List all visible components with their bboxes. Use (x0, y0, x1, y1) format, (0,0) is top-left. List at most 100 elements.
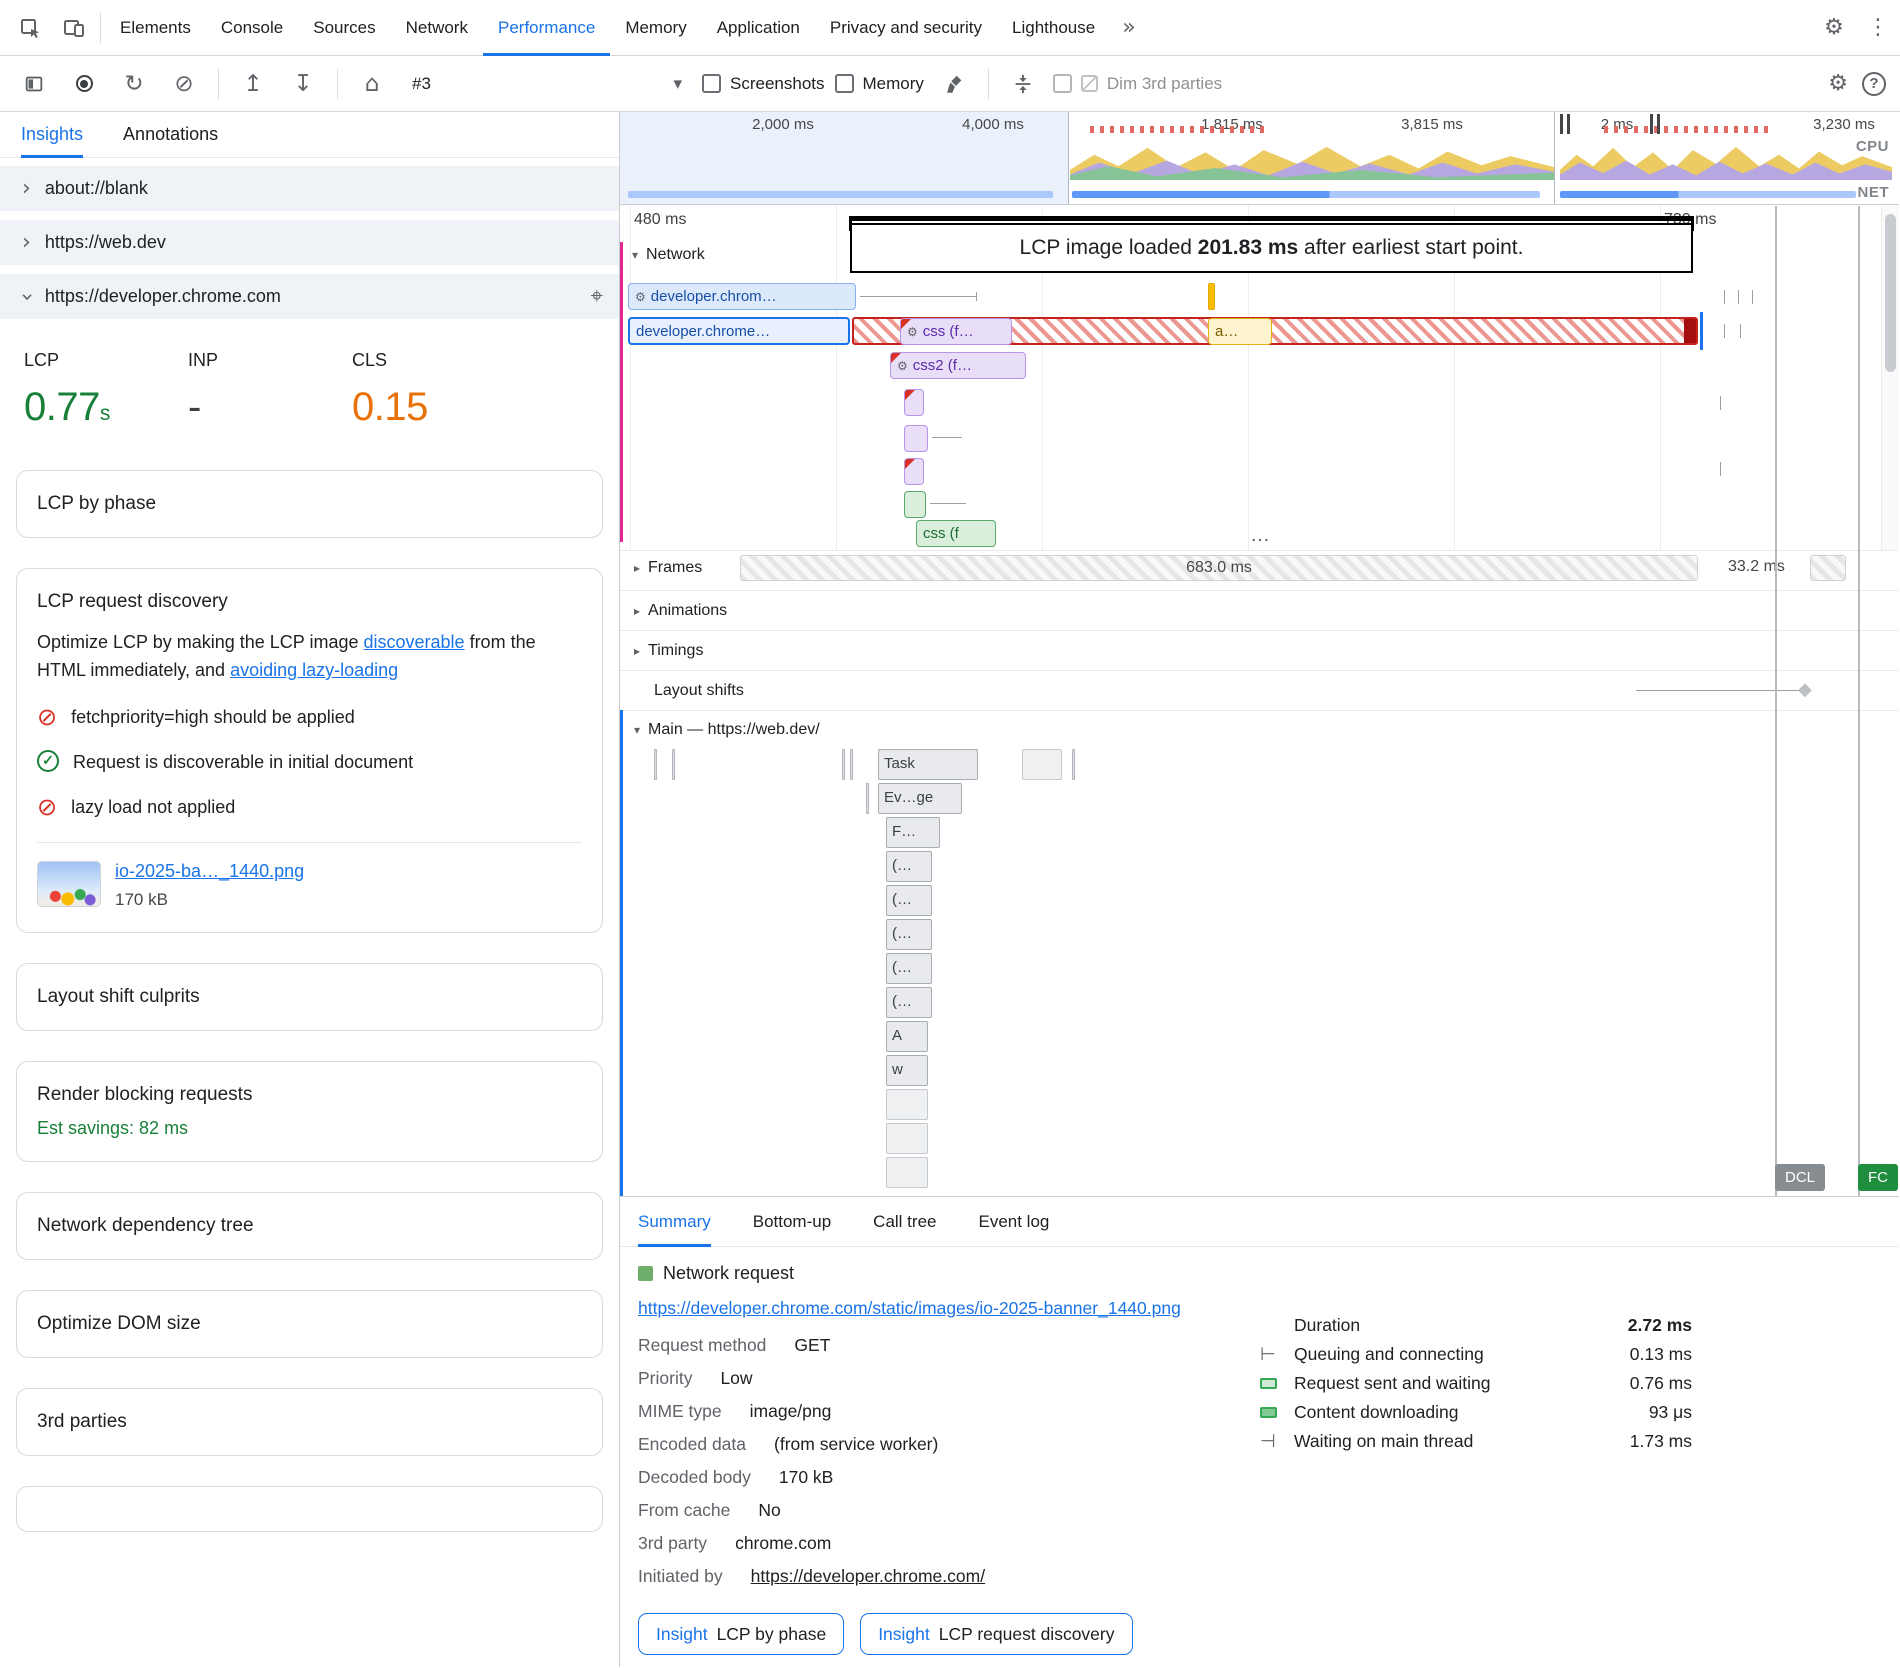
tab-performance[interactable]: Performance (483, 0, 610, 56)
main-flame-sliver[interactable] (654, 749, 657, 780)
screenshots-toggle[interactable]: Screenshots (702, 74, 825, 94)
main-flame-box[interactable]: F… (886, 817, 940, 848)
home-icon[interactable]: ⌂ (352, 64, 392, 104)
avoid-lazy-loading-link[interactable]: avoiding lazy-loading (230, 660, 398, 680)
tab-memory[interactable]: Memory (610, 0, 701, 56)
insight-card-optimize-dom-size[interactable]: Optimize DOM size (16, 1290, 603, 1358)
timeline-overview[interactable]: 2,000 ms 4,000 ms 1,815 ms 3,815 ms 2 ms… (620, 112, 1899, 205)
main-flame-box[interactable]: w (886, 1055, 928, 1086)
dock-panel-icon[interactable] (14, 64, 54, 104)
memory-checkbox[interactable] (835, 74, 854, 93)
insight-card-render-blocking[interactable]: Render blocking requests Est savings: 82… (16, 1061, 603, 1162)
fit-window-icon[interactable] (1003, 64, 1043, 104)
main-thread-flame[interactable]: Task Ev…ge F… (… (… (… (… (… A w (620, 749, 1899, 1196)
main-flame-sliver[interactable] (1072, 749, 1075, 780)
tab-bottom-up[interactable]: Bottom-up (753, 1197, 831, 1247)
insight-card-lcp-by-phase[interactable]: LCP by phase (16, 470, 603, 538)
garbage-collect-icon[interactable] (934, 64, 974, 104)
frames-track[interactable]: ▸ Frames 683.0 ms 33.2 ms (620, 550, 1899, 584)
css-request-box[interactable] (904, 425, 928, 452)
main-flame-box[interactable]: (… (886, 885, 932, 916)
timings-track[interactable]: ▸ Timings (620, 630, 1899, 670)
main-thread-track-header[interactable]: ▾ Main — https://web.dev/ (620, 710, 1899, 749)
zoom-to-navigation-icon[interactable]: ⌖ (591, 284, 603, 309)
main-flame-box[interactable]: (… (886, 919, 932, 950)
selected-network-request-box[interactable]: developer.chrome… (628, 317, 850, 345)
trace-history-dropdown[interactable]: #3 ▾ (402, 64, 692, 104)
tab-annotations[interactable]: Annotations (123, 112, 218, 158)
tab-application[interactable]: Application (702, 0, 815, 56)
main-flame-box[interactable] (886, 1089, 928, 1120)
script-request-box[interactable]: a… (1208, 318, 1272, 345)
css-request-box[interactable]: css (f (916, 520, 996, 547)
main-flame-box[interactable] (886, 1123, 928, 1154)
clear-icon[interactable]: ⊘ (164, 64, 204, 104)
flame-scrollbar[interactable] (1881, 206, 1899, 550)
insight-card-3rd-parties[interactable]: 3rd parties (16, 1388, 603, 1456)
main-flame-box[interactable]: Task (878, 749, 978, 780)
insight-lcp-by-phase-button[interactable]: Insight LCP by phase (638, 1613, 844, 1655)
navigation-item-webdev[interactable]: › https://web.dev (0, 220, 619, 265)
tab-event-log[interactable]: Event log (978, 1197, 1049, 1247)
tab-summary[interactable]: Summary (638, 1197, 711, 1247)
window-left-handle[interactable] (1560, 114, 1570, 134)
device-toolbar-icon[interactable] (52, 0, 96, 56)
main-flame-sliver[interactable] (866, 783, 869, 814)
main-flame-box[interactable]: (… (886, 953, 932, 984)
more-tabs-icon[interactable]: » (1110, 15, 1147, 40)
save-profile-icon[interactable]: ↧ (283, 64, 323, 104)
window-right-handle[interactable] (1650, 114, 1660, 134)
image-request-box[interactable] (904, 491, 926, 518)
dim-3rd-parties-checkbox[interactable] (1053, 74, 1072, 93)
main-flame-box[interactable]: Ev…ge (878, 783, 962, 814)
insight-card-lcp-request-discovery[interactable]: LCP request discovery Optimize LCP by ma… (16, 568, 603, 933)
insights-scroll-area[interactable]: › about://blank › https://web.dev › http… (0, 158, 619, 1667)
css-request-box[interactable]: ⚙ css2 (f… (890, 352, 1026, 379)
tab-lighthouse[interactable]: Lighthouse (997, 0, 1110, 56)
navigation-item-developer-chrome[interactable]: › https://developer.chrome.com ⌖ (0, 274, 619, 319)
css-request-box[interactable]: ⚙ css (f… (900, 318, 1012, 345)
track-overflow-indicator[interactable]: … (1250, 524, 1272, 547)
layout-shift-diamond-icon[interactable]: ◆ (1798, 679, 1812, 700)
memory-toggle[interactable]: Memory (835, 74, 924, 94)
network-request-box[interactable]: ⚙ developer.chrom… (628, 283, 856, 310)
tab-elements[interactable]: Elements (105, 0, 206, 56)
navigation-item-blank[interactable]: › about://blank (0, 166, 619, 211)
flame-chart-network[interactable]: 480 ms 730 ms LCP image loaded 201.83 ms… (620, 206, 1899, 550)
expand-icon[interactable]: ▸ (634, 561, 640, 575)
discoverable-link[interactable]: discoverable (364, 632, 465, 652)
scrollbar-thumb[interactable] (1885, 214, 1896, 372)
inspect-element-icon[interactable] (8, 0, 52, 56)
main-flame-box[interactable]: A (886, 1021, 928, 1052)
load-profile-icon[interactable]: ↥ (233, 64, 273, 104)
expand-icon[interactable]: ▸ (634, 644, 640, 658)
screenshots-checkbox[interactable] (702, 74, 721, 93)
tab-console[interactable]: Console (206, 0, 298, 56)
css-request-box[interactable] (904, 458, 924, 485)
tab-network[interactable]: Network (391, 0, 483, 56)
tab-privacy-security[interactable]: Privacy and security (815, 0, 997, 56)
animations-track[interactable]: ▸ Animations (620, 590, 1899, 630)
frame-bar[interactable] (1810, 555, 1846, 581)
main-flame-box[interactable]: (… (886, 987, 932, 1018)
expand-icon[interactable]: ▸ (634, 604, 640, 618)
help-icon[interactable]: ? (1862, 72, 1886, 96)
main-flame-sliver[interactable] (842, 749, 845, 780)
record-icon[interactable] (64, 64, 104, 104)
insight-card-network-dependency-tree[interactable]: Network dependency tree (16, 1192, 603, 1260)
insight-card-layout-shift-culprits[interactable]: Layout shift culprits (16, 963, 603, 1031)
initiator-link[interactable]: https://developer.chrome.com/ (751, 1566, 985, 1587)
main-flame-box[interactable]: (… (886, 851, 932, 882)
settings-icon[interactable]: ⚙ (1812, 0, 1856, 56)
main-flame-sliver[interactable] (850, 749, 853, 780)
network-track-header[interactable]: ▾ Network (632, 246, 705, 264)
lcp-image-link[interactable]: io-2025-ba…_1440.png (115, 861, 304, 881)
frame-bar[interactable]: 683.0 ms (740, 555, 1698, 581)
layout-shifts-track[interactable]: Layout shifts ◆ (620, 670, 1899, 710)
dim-3rd-parties-toggle[interactable]: Dim 3rd parties (1053, 74, 1222, 94)
request-url-link[interactable]: https://developer.chrome.com/static/imag… (638, 1298, 1181, 1318)
capture-settings-icon[interactable]: ⚙ (1828, 71, 1848, 96)
insight-card-partial[interactable] (16, 1486, 603, 1532)
tab-insights[interactable]: Insights (21, 112, 83, 158)
font-request-sliver[interactable] (1208, 283, 1215, 310)
